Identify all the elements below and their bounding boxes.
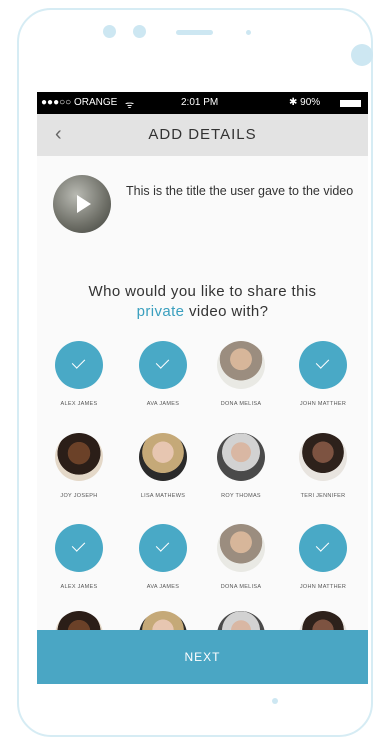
- home-indicator-dot: [272, 698, 278, 704]
- video-summary: This is the title the user gave to the v…: [37, 156, 368, 246]
- video-title: This is the title the user gave to the v…: [126, 184, 354, 198]
- avatar: [55, 433, 103, 481]
- contact-name: TERI JENNIFER: [300, 493, 346, 499]
- question-line-2-rest: video with?: [184, 303, 269, 320]
- contact-name: LISA MATHEWS: [140, 493, 186, 499]
- contact-name: ALEX JAMES: [60, 401, 98, 407]
- wifi-icon: ᯤ: [125, 100, 135, 111]
- contact-item[interactable]: DONA MELISA: [201, 524, 281, 590]
- camera-dot-right: [133, 25, 146, 38]
- play-icon: [77, 195, 91, 213]
- contact-name: DONA MELISA: [220, 401, 262, 407]
- avatar: [139, 433, 187, 481]
- status-bar: ●●●○○ ORANGE ᯤ 2:01 PM ✱ 90%: [37, 92, 368, 114]
- selected-check-icon: [55, 341, 103, 389]
- battery-icon: [340, 100, 361, 107]
- video-thumbnail[interactable]: [53, 175, 111, 233]
- contact-name: JOY JOSEPH: [60, 493, 98, 499]
- carrier-label: ●●●○○ ORANGE: [41, 97, 118, 108]
- app-screen: ●●●○○ ORANGE ᯤ 2:01 PM ✱ 90% ‹ ADD DETAI…: [37, 92, 368, 684]
- contact-name: AVA JAMES: [146, 401, 180, 407]
- contact-item[interactable]: DONA MELISA: [201, 341, 281, 407]
- next-button[interactable]: NEXT: [37, 630, 368, 684]
- contact-item[interactable]: LISA MATHEWS: [123, 433, 203, 499]
- contact-name: DONA MELISA: [220, 584, 262, 590]
- contact-item[interactable]: JOHN MATTHER: [283, 341, 363, 407]
- time-label: 2:01 PM: [181, 97, 219, 108]
- contact-item[interactable]: TERI JENNIFER: [283, 433, 363, 499]
- avatar: [217, 341, 265, 389]
- contact-item[interactable]: AVA JAMES: [123, 341, 203, 407]
- sensor-dot: [246, 30, 251, 35]
- avatar: [299, 433, 347, 481]
- contact-item[interactable]: JOHN MATTHER: [283, 524, 363, 590]
- selected-check-icon: [299, 341, 347, 389]
- question-line-1: Who would you like to share this: [88, 283, 317, 300]
- contact-name: JOHN MATTHER: [299, 584, 347, 590]
- selected-check-icon: [55, 524, 103, 572]
- share-question: Who would you like to share this private…: [37, 282, 368, 322]
- selected-check-icon: [139, 341, 187, 389]
- contact-item[interactable]: JOY JOSEPH: [39, 433, 119, 499]
- nav-bar: ‹ ADD DETAILS: [37, 114, 368, 156]
- contact-name: JOHN MATTHER: [299, 401, 347, 407]
- battery-label: ✱ 90%: [289, 97, 321, 108]
- contact-name: AVA JAMES: [146, 584, 180, 590]
- contact-name: ROY THOMAS: [221, 493, 261, 499]
- contact-item[interactable]: ALEX JAMES: [39, 524, 119, 590]
- avatar: [217, 433, 265, 481]
- contact-item[interactable]: ALEX JAMES: [39, 341, 119, 407]
- front-camera-dot: [351, 44, 373, 66]
- camera-dot-left: [103, 25, 116, 38]
- private-keyword: private: [136, 303, 185, 320]
- contact-item[interactable]: AVA JAMES: [123, 524, 203, 590]
- question-line-2: private video with?: [37, 302, 368, 322]
- speaker-bar: [176, 30, 213, 35]
- selected-check-icon: [299, 524, 347, 572]
- page-title: ADD DETAILS: [148, 126, 257, 143]
- contact-name: ALEX JAMES: [60, 584, 98, 590]
- contact-item[interactable]: ROY THOMAS: [201, 433, 281, 499]
- avatar: [217, 524, 265, 572]
- selected-check-icon: [139, 524, 187, 572]
